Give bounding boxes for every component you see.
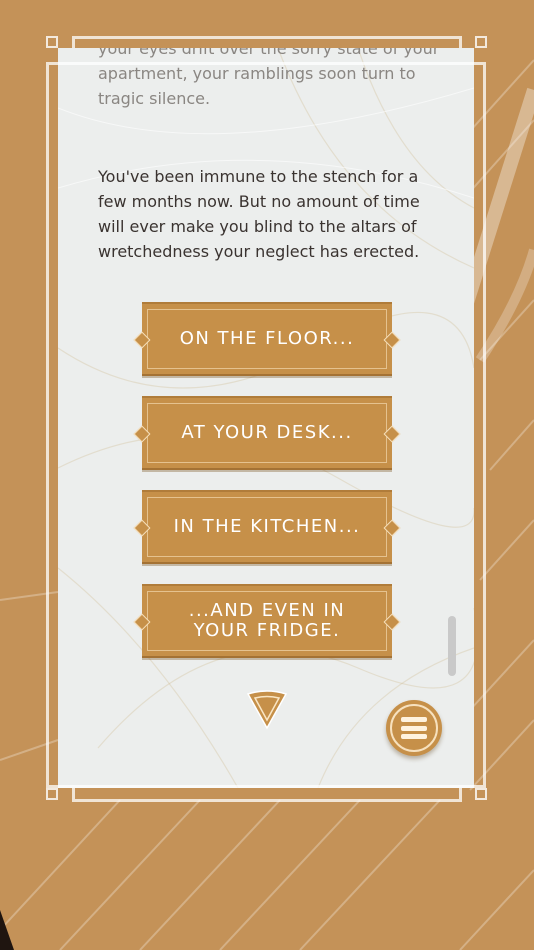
frame-corner [475, 36, 487, 48]
frame-corner [46, 788, 58, 800]
frame-corner [46, 36, 58, 48]
corner-decoration [0, 910, 14, 950]
frame-corner [475, 788, 487, 800]
decorative-frame-outer [46, 62, 486, 788]
